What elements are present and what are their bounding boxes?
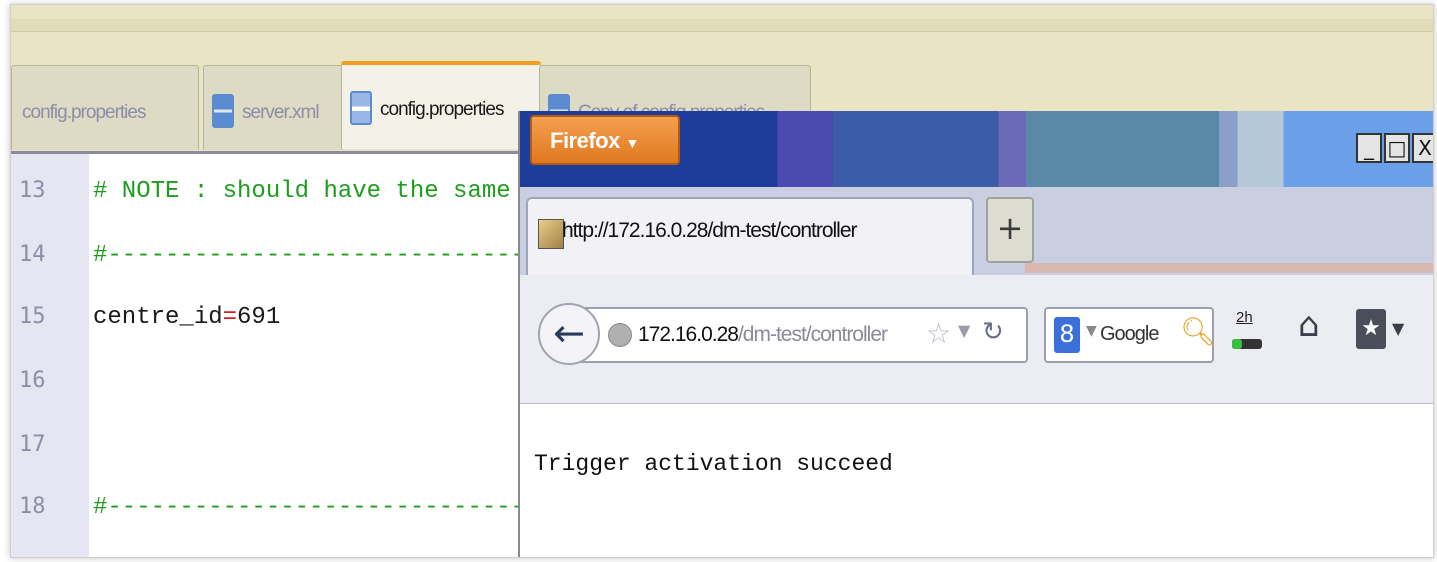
bookmarks-icon[interactable]: ★: [1356, 309, 1386, 349]
chevron-down-icon: ▼: [625, 135, 639, 151]
editor-tab-config-properties-1[interactable]: config.properties: [11, 65, 199, 150]
download-progress-icon: [1232, 339, 1262, 349]
back-arrow-icon: ←: [553, 311, 585, 355]
back-button[interactable]: ←: [538, 303, 600, 365]
engine-dropdown-icon[interactable]: ▼: [1086, 323, 1097, 339]
property-operator: =: [222, 304, 238, 331]
site-identity-icon[interactable]: [608, 323, 632, 347]
tab-label: config.properties: [22, 102, 146, 123]
firefox-menu-label: Firefox: [550, 128, 620, 153]
downloads-button[interactable]: 2h: [1230, 309, 1270, 361]
tab-label: config.properties: [380, 99, 504, 120]
line-number: 17: [19, 432, 46, 457]
bookmark-star-icon[interactable]: ☆: [926, 317, 951, 350]
downloads-time: 2h: [1236, 309, 1253, 326]
firefox-titlebar: Firefox ▼ _ □ X: [520, 111, 1433, 187]
url-path: /dm-test/controller: [737, 323, 888, 346]
line-number: 16: [19, 368, 46, 393]
line-number: 18: [19, 494, 46, 519]
property-value: 691: [237, 304, 281, 331]
line-number-gutter: 13 14 15 16 17 18: [11, 154, 89, 557]
tabstrip-divider: [1025, 263, 1433, 273]
search-icon[interactable]: 🔍︎: [1180, 315, 1216, 348]
minimize-button[interactable]: _: [1356, 133, 1382, 163]
url-text: 172.16.0.28/dm-test/controller: [638, 323, 888, 347]
tab-label: server.xml: [242, 102, 320, 123]
page-body-text: Trigger activation succeed: [534, 451, 893, 477]
line-number: 14: [19, 242, 46, 267]
editor-toolbar: [11, 19, 1433, 32]
properties-file-icon: [350, 91, 372, 125]
editor-tab-config-properties-active[interactable]: config.properties: [341, 61, 541, 149]
url-host: 172.16.0.28: [638, 323, 739, 346]
xml-file-icon: [212, 94, 234, 128]
tab-title: http://172.16.0.28/dm-test/controller: [562, 219, 858, 242]
firefox-menu-button[interactable]: Firefox ▼: [530, 115, 680, 165]
url-bar[interactable]: 172.16.0.28/dm-test/controller ☆ ▼ ↻: [578, 307, 1028, 363]
maximize-button[interactable]: □: [1384, 133, 1410, 163]
new-tab-button[interactable]: +: [986, 197, 1034, 263]
line-number: 15: [19, 304, 46, 329]
code-line-property: centre_id=691: [93, 304, 280, 331]
property-key: centre_id: [93, 304, 223, 331]
search-engine-name: Google: [1100, 323, 1159, 345]
search-bar[interactable]: 8 ▼ Google 🔍︎: [1044, 307, 1216, 363]
line-number: 13: [19, 178, 46, 203]
page-favicon-icon: [538, 219, 564, 249]
bookmarks-dropdown-icon[interactable]: ▼: [1392, 319, 1404, 338]
editor-tab-server-xml[interactable]: server.xml: [203, 65, 343, 150]
navigation-toolbar: 172.16.0.28/dm-test/controller ☆ ▼ ↻ ← 8…: [520, 275, 1433, 404]
firefox-window: Firefox ▼ _ □ X http://172.16.0.28/dm-te…: [518, 111, 1433, 557]
close-button[interactable]: X: [1412, 133, 1433, 163]
screenshot-frame: config.properties server.xml config.prop…: [10, 4, 1434, 558]
code-line-comment: # NOTE : should have the same: [93, 178, 511, 205]
browser-tab-active[interactable]: http://172.16.0.28/dm-test/controller: [526, 197, 974, 275]
reload-icon[interactable]: ↻: [982, 317, 1004, 347]
home-icon[interactable]: ⌂: [1298, 305, 1320, 345]
google-logo-icon[interactable]: 8: [1054, 317, 1080, 353]
history-dropdown-icon[interactable]: ▼: [958, 321, 970, 340]
